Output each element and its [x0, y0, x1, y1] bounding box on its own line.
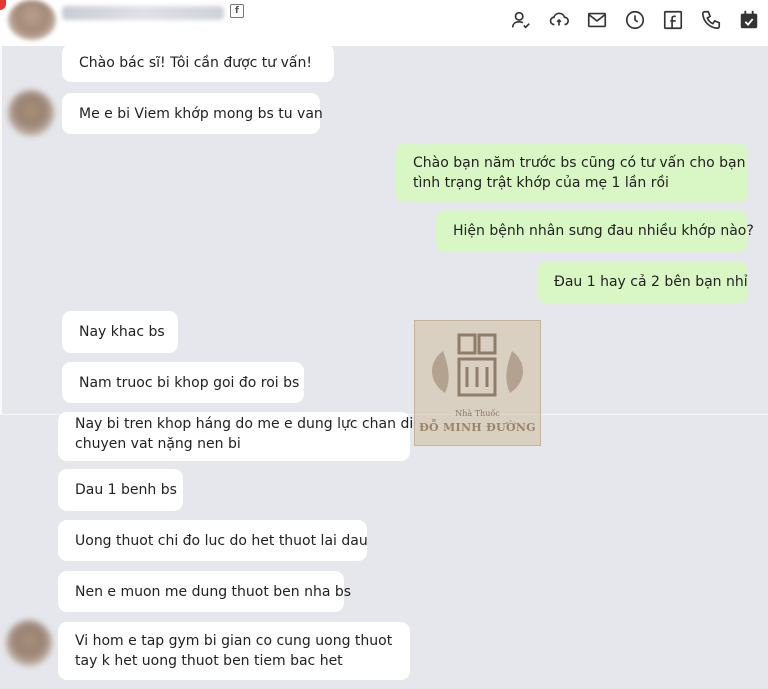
- facebook-source-icon: f: [230, 4, 244, 18]
- message-text-line: chuyen vat nặng nen bi: [75, 436, 241, 452]
- message-text-line: Chào bạn năm trước bs cũng có tư vấn cho…: [413, 155, 746, 171]
- sent-message-bubble[interactable]: Hiện bệnh nhân sưng đau nhiều khớp nào?: [436, 210, 754, 252]
- watermark-brand: ĐỖ MINH ĐƯỜNG: [419, 421, 536, 434]
- message-text-line: Đau 1 hay cả 2 bên bạn nhỉ: [554, 274, 748, 290]
- contact-avatar[interactable]: [8, 0, 56, 40]
- clock-icon[interactable]: [616, 9, 654, 31]
- message-text-line: Chào bác sĩ! Tôi cần được tư vấn!: [79, 55, 312, 71]
- facebook-icon[interactable]: [654, 9, 692, 31]
- received-message-bubble[interactable]: Nay bi tren khop háng do me e dung lực c…: [58, 412, 414, 461]
- panel-edge: [0, 46, 2, 414]
- message-text-line: Vi hom e tap gym bi gian co cung uong th…: [75, 633, 393, 649]
- received-message-bubble[interactable]: Nay khac bs: [62, 311, 178, 353]
- received-message-bubble[interactable]: Vi hom e tap gym bi gian co cung uong th…: [58, 622, 410, 680]
- user-check-icon[interactable]: [502, 9, 540, 31]
- watermark-logo: Nhà Thuốc ĐỖ MINH ĐƯỜNG: [414, 320, 541, 446]
- notification-dot: [0, 0, 6, 10]
- calendar-check-icon[interactable]: [730, 9, 768, 31]
- watermark-subtitle: Nhà Thuốc: [455, 409, 500, 418]
- sender-avatar[interactable]: [6, 620, 52, 666]
- received-message-bubble[interactable]: Nen e muon me dung thuot ben nha bs: [58, 571, 352, 612]
- message-text-line: tay k het uong thuot ben tiem bac het: [75, 653, 343, 669]
- message-text-line: Nam truoc bi khop goi đo roi bs: [79, 375, 300, 391]
- sender-avatar[interactable]: [8, 90, 54, 136]
- received-message-bubble[interactable]: Dau 1 benh bs: [58, 469, 183, 511]
- leaf-logo-icon: [432, 333, 523, 397]
- chat-header: f: [0, 0, 768, 46]
- received-message-bubble[interactable]: Chào bác sĩ! Tôi cần được tư vấn!: [62, 44, 334, 82]
- sent-message-bubble[interactable]: Chào bạn năm trước bs cũng có tư vấn cho…: [396, 143, 748, 202]
- phone-icon[interactable]: [692, 9, 730, 31]
- received-message-bubble[interactable]: Me e bi Viem khớp mong bs tu van: [62, 93, 323, 134]
- message-text-line: Me e bi Viem khớp mong bs tu van: [79, 106, 323, 122]
- contact-name-blurred[interactable]: [62, 6, 224, 20]
- cloud-sync-icon[interactable]: [540, 9, 578, 31]
- message-text-line: Nay bi tren khop háng do me e dung lực c…: [75, 416, 414, 432]
- sent-message-bubble[interactable]: Đau 1 hay cả 2 bên bạn nhỉ: [537, 261, 748, 303]
- message-text-line: Dau 1 benh bs: [75, 482, 177, 498]
- mail-icon[interactable]: [578, 9, 616, 31]
- received-message-bubble[interactable]: Nam truoc bi khop goi đo roi bs: [62, 362, 304, 403]
- message-text-line: Uong thuot chi đo luc do het thuot lai d…: [75, 533, 368, 549]
- message-text-line: Nay khac bs: [79, 324, 165, 340]
- message-text-line: Nen e muon me dung thuot ben nha bs: [75, 584, 352, 600]
- message-text-line: Hiện bệnh nhân sưng đau nhiều khớp nào?: [453, 223, 754, 239]
- received-message-bubble[interactable]: Uong thuot chi đo luc do het thuot lai d…: [58, 520, 368, 561]
- message-text-line: tình trạng trật khớp của mẹ 1 lần rồi: [413, 175, 669, 191]
- header-actions: [502, 9, 768, 31]
